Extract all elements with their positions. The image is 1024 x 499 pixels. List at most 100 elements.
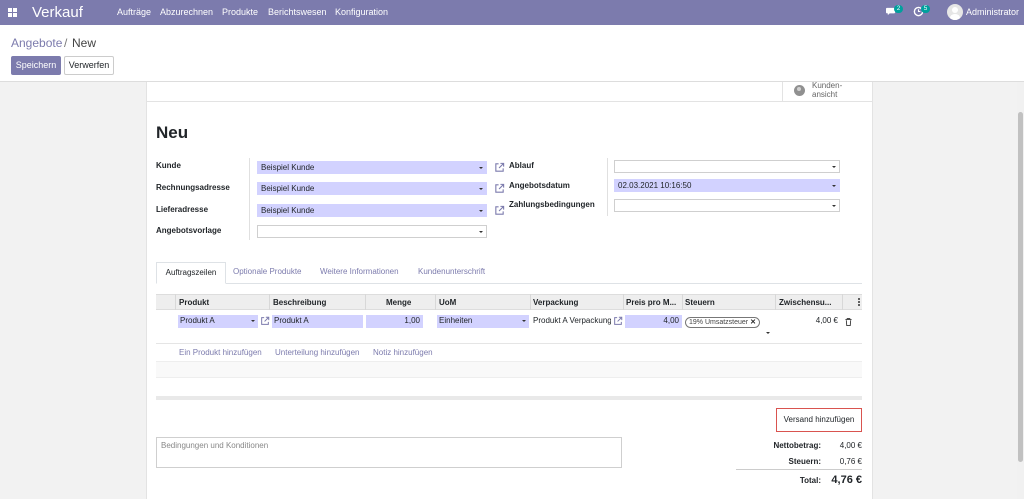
terms-conditions-field[interactable]: Bedingungen und Konditionen <box>156 437 622 468</box>
tabs-underline <box>156 283 862 284</box>
external-link-icon[interactable] <box>613 316 623 326</box>
user-avatar[interactable] <box>947 4 963 20</box>
chevron-down-icon <box>251 320 255 322</box>
tax-dropdown-caret-icon[interactable] <box>766 332 770 334</box>
control-panel: Angebote / New Speichern Verwerfen <box>0 25 1024 82</box>
customer-field[interactable]: Beispiel Kunde <box>257 161 487 174</box>
row-product-field[interactable]: Produkt A <box>178 315 258 328</box>
add-note-link[interactable]: Notiz hinzufügen <box>373 348 433 357</box>
quotation-date-field[interactable]: 02.03.2021 10:16:50 <box>614 179 840 192</box>
messages-badge: 2 <box>894 5 903 13</box>
discard-button[interactable]: Verwerfen <box>64 56 114 75</box>
add-shipping-button[interactable]: Versand hinzufügen <box>776 408 862 432</box>
col-taxes[interactable]: Steuern <box>685 298 715 307</box>
breadcrumb-current: New <box>72 36 97 50</box>
app-name[interactable]: Verkauf <box>32 4 83 21</box>
user-name[interactable]: Administrator <box>966 7 1019 17</box>
col-divider <box>775 294 776 310</box>
optional-columns-icon[interactable] <box>858 298 860 306</box>
quotation-template-field[interactable] <box>257 225 487 238</box>
left-group-separator <box>249 158 250 240</box>
menu-konfiguration[interactable]: Konfiguration <box>335 7 388 17</box>
tab-optional-products[interactable]: Optionale Produkte <box>233 267 302 276</box>
chevron-down-icon <box>832 205 836 207</box>
col-unit-price[interactable]: Preis pro M... <box>626 298 676 307</box>
totals-divider <box>736 469 862 470</box>
row-description-field[interactable]: Produkt A <box>272 315 363 328</box>
expiration-field[interactable] <box>614 160 840 173</box>
chevron-down-icon <box>479 231 483 233</box>
expiration-label: Ablauf <box>509 161 534 170</box>
menu-produkte[interactable]: Produkte <box>222 7 258 17</box>
untaxed-amount-label: Nettobetrag: <box>773 441 821 450</box>
remove-tag-icon[interactable]: ✕ <box>750 319 756 326</box>
chevron-down-icon <box>832 166 836 168</box>
external-link-icon[interactable] <box>494 205 505 216</box>
col-divider <box>842 294 843 310</box>
top-navbar: Verkauf Aufträge Abzurechnen Produkte Be… <box>0 0 1024 25</box>
breadcrumb-separator: / <box>64 36 68 50</box>
chevron-down-icon <box>832 185 836 187</box>
taxes-value: 0,76 € <box>839 457 862 466</box>
untaxed-amount-value: 4,00 € <box>839 441 862 450</box>
save-button[interactable]: Speichern <box>11 56 61 75</box>
payment-terms-label: Zahlungsbedingungen <box>509 200 595 209</box>
add-section-link[interactable]: Unterteilung hinzufügen <box>275 348 360 357</box>
chevron-down-icon <box>479 167 483 169</box>
globe-icon <box>794 85 805 96</box>
invoice-address-label: Rechnungsadresse <box>156 183 230 192</box>
total-label: Total: <box>799 476 821 485</box>
external-link-icon[interactable] <box>494 162 505 173</box>
tab-other-info[interactable]: Weitere Informationen <box>320 267 399 276</box>
row-uom-field[interactable]: Einheiten <box>437 315 529 328</box>
table-header <box>156 294 862 310</box>
tab-customer-signature[interactable]: Kundenunterschrift <box>418 267 485 276</box>
row-quantity-field[interactable]: 1,00 <box>366 315 423 328</box>
taxes-label: Steuern: <box>788 457 821 466</box>
tax-tag: 19% Umsatzsteuer ✕ <box>685 317 761 328</box>
menu-berichtswesen[interactable]: Berichtswesen <box>268 7 327 17</box>
row-unit-price-field[interactable]: 4,00 <box>625 315 682 328</box>
col-divider <box>623 294 624 310</box>
chevron-down-icon <box>522 320 526 322</box>
col-uom[interactable]: UoM <box>439 298 456 307</box>
delivery-address-field[interactable]: Beispiel Kunde <box>257 204 487 217</box>
button-box-divider <box>146 101 873 102</box>
customer-label: Kunde <box>156 161 181 170</box>
invoice-address-field[interactable]: Beispiel Kunde <box>257 182 487 195</box>
menu-abzurechnen[interactable]: Abzurechnen <box>160 7 213 17</box>
col-quantity[interactable]: Menge <box>386 298 411 307</box>
scrollbar-thumb[interactable] <box>1018 112 1023 462</box>
col-divider <box>175 294 176 310</box>
col-packaging[interactable]: Verpackung <box>533 298 578 307</box>
col-divider <box>269 294 270 310</box>
breadcrumb-parent[interactable]: Angebote <box>11 36 62 50</box>
col-divider <box>682 294 683 310</box>
quotation-template-label: Angebotsvorlage <box>156 226 222 235</box>
quotation-date-label: Angebotsdatum <box>509 181 570 190</box>
col-divider <box>530 294 531 310</box>
external-link-icon[interactable] <box>494 183 505 194</box>
trash-icon[interactable] <box>845 318 852 326</box>
row-subtotal: 4,00 € <box>815 316 838 325</box>
delivery-address-label: Lieferadresse <box>156 205 209 214</box>
chevron-down-icon <box>479 188 483 190</box>
payment-terms-field[interactable] <box>614 199 840 212</box>
tab-order-lines[interactable]: Auftragszeilen <box>156 262 226 284</box>
col-description[interactable]: Beschreibung <box>273 298 326 307</box>
row-packaging-field[interactable]: Produkt A Verpackung <box>531 315 611 328</box>
row-divider <box>156 343 862 344</box>
customer-preview-label[interactable]: Kunden-ansicht <box>812 81 852 99</box>
add-product-link[interactable]: Ein Produkt hinzufügen <box>179 348 262 357</box>
external-link-icon[interactable] <box>260 316 270 326</box>
col-product[interactable]: Produkt <box>179 298 209 307</box>
apps-menu-icon[interactable] <box>8 8 17 17</box>
total-value: 4,76 € <box>831 474 862 486</box>
empty-row <box>156 361 862 378</box>
col-divider <box>435 294 436 310</box>
chevron-down-icon <box>479 210 483 212</box>
activities-badge: 5 <box>921 5 930 13</box>
record-title: Neu <box>156 123 189 142</box>
col-subtotal[interactable]: Zwischensu... <box>779 298 831 307</box>
menu-auftraege[interactable]: Aufträge <box>117 7 151 17</box>
